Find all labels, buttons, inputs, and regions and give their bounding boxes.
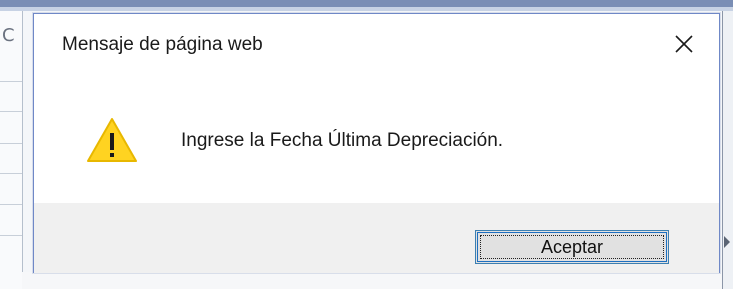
accept-button-label: Aceptar <box>540 236 604 257</box>
dialog-content: Ingrese la Fecha Última Depreciación. <box>34 76 719 201</box>
dialog-title: Mensaje de página web <box>62 34 263 55</box>
dialog-titlebar[interactable]: Mensaje de página web <box>34 14 719 76</box>
dialog-message: Ingrese la Fecha Última Depreciación. <box>181 130 504 151</box>
dialog-footer: Aceptar <box>34 203 719 273</box>
background-bottom-strip <box>22 272 722 289</box>
background-row-divider <box>0 204 22 205</box>
background-row-divider <box>0 173 22 174</box>
warning-icon <box>87 118 137 162</box>
background-left-column: C <box>0 11 23 289</box>
close-icon <box>675 35 693 53</box>
background-partial-glyph: C <box>2 25 15 46</box>
close-button[interactable] <box>664 24 704 64</box>
background-top-bar-inner <box>0 7 733 11</box>
background-top-bar <box>0 0 733 7</box>
accept-button[interactable]: Aceptar <box>475 230 669 264</box>
background-row-divider <box>0 111 22 112</box>
background-row-divider <box>0 143 22 144</box>
message-dialog: Mensaje de página web Ingrese la Fecha Ú… <box>33 13 720 273</box>
background-row-divider <box>0 81 22 82</box>
background-row-divider <box>0 235 22 236</box>
background-arrow-icon <box>724 236 730 248</box>
